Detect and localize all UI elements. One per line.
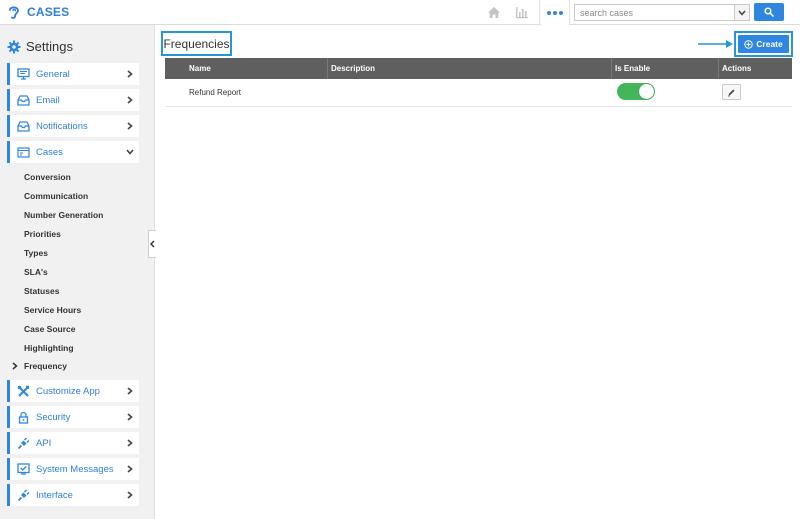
sidebar-item-api[interactable]: API [7,432,139,454]
lock-icon [16,410,30,424]
bar-chart-icon[interactable] [513,4,531,21]
sidebar-subitem-service-hours[interactable]: Service Hours [24,305,81,315]
sidebar-subitem-communication[interactable]: Communication [24,191,88,201]
plus-circle-icon [744,39,753,49]
toolbar-divider [569,0,570,25]
sidebar-subitem-frequency[interactable]: Frequency [24,361,67,371]
chevron-right-icon [12,362,18,370]
column-divider [327,58,328,79]
column-divider [718,58,719,79]
sidebar-collapse-toggle[interactable] [148,230,156,258]
column-divider [611,58,612,79]
pencil-icon [728,89,735,96]
sidebar-subitem-case-source[interactable]: Case Source [24,324,76,334]
sidebar-item-general[interactable]: General [7,63,139,85]
chevron-right-icon [125,439,135,447]
toolbar-divider [539,0,540,25]
monitor-icon [16,67,30,81]
chevron-right-icon [125,413,135,421]
tools-icon [16,384,30,398]
create-button[interactable]: Create [738,35,789,53]
cell-name: Refund Report [189,88,242,97]
sidebar-item-system-messages[interactable]: System Messages [7,458,139,480]
plug-icon [16,436,30,450]
search-icon [764,7,774,17]
create-button-highlight: Create [734,31,793,57]
app-brand[interactable]: CASES [6,3,69,21]
sidebar-subitem-types[interactable]: Types [24,248,48,258]
column-header-description[interactable]: Description [331,58,375,79]
sidebar-item-customize-app[interactable]: Customize App [7,380,139,402]
sidebar-title: Settings [7,39,73,54]
chevron-down-icon [125,149,135,155]
chevron-down-icon [738,10,746,16]
sidebar-subitem-highlighting[interactable]: Highlighting [24,343,74,353]
sidebar-subitem-statuses[interactable]: Statuses [24,286,59,296]
column-header-is-enable[interactable]: Is Enable [615,58,650,79]
sidebar-item-security[interactable]: Security [7,406,139,428]
sidebar-item-notifications[interactable]: Notifications [7,115,139,137]
top-bar: CASES [0,0,800,25]
home-icon[interactable] [485,4,503,21]
plug-icon [16,488,30,502]
inbox-icon [16,119,30,133]
chevron-right-icon [125,491,135,499]
search-button[interactable] [754,3,784,21]
arrow-right-icon [698,40,733,48]
message-check-icon [16,462,30,476]
enable-toggle[interactable] [617,83,655,100]
chevron-right-icon [125,122,135,130]
chevron-right-icon [125,70,135,78]
settings-sidebar: Settings General Email Notifications Cas… [0,25,155,519]
sidebar-item-email[interactable]: Email [7,89,139,111]
search-dropdown-toggle[interactable] [734,5,749,20]
chevron-right-icon [125,465,135,473]
gear-icon [7,40,21,53]
app-name: CASES [27,5,70,19]
page-title: Frequencies [161,31,232,56]
chevron-right-icon [125,96,135,104]
sidebar-item-cases[interactable]: Cases [7,141,139,163]
inbox-icon [16,93,30,107]
search-input[interactable] [575,5,734,20]
table-header: Name Description Is Enable Actions [165,58,792,79]
chevron-right-icon [125,387,135,395]
toggle-knob [639,84,654,99]
sidebar-subitem-priorities[interactable]: Priorities [24,229,61,239]
column-header-name[interactable]: Name [189,58,211,79]
sidebar-item-interface[interactable]: Interface [7,484,139,506]
sidebar-subitem-conversion[interactable]: Conversion [24,172,71,182]
cases-icon [16,145,30,159]
search-field [574,4,750,21]
column-header-actions: Actions [722,64,752,73]
sidebar-subitem-slas[interactable]: SLA's [24,267,48,277]
edit-button[interactable] [722,84,741,100]
table-row[interactable]: Refund Report [165,79,792,107]
chevron-left-icon [150,240,155,248]
more-apps-icon[interactable] [541,0,569,25]
sidebar-subitem-number-generation[interactable]: Number Generation [24,210,103,220]
ear-logo-icon [9,6,19,19]
